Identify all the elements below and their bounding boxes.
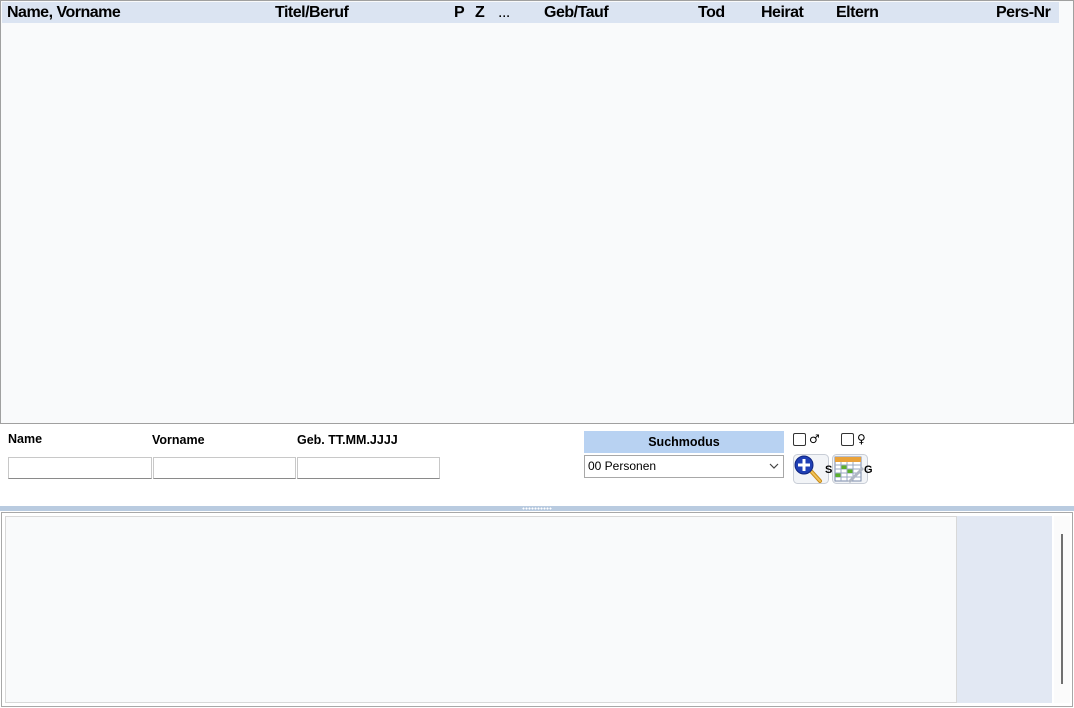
grid-table-icon: [832, 454, 868, 484]
column-header-p[interactable]: P: [454, 4, 465, 22]
chevron-down-icon: [769, 463, 779, 469]
geb-date-input[interactable]: [297, 457, 440, 479]
female-checkbox[interactable]: [841, 433, 854, 446]
search-mode-select[interactable]: 00 Personen: [584, 455, 784, 478]
column-header-geb[interactable]: Geb/Tauf: [544, 4, 609, 22]
detail-content-area[interactable]: [5, 516, 957, 703]
search-mode-label: Suchmodus: [584, 431, 784, 453]
detail-panel: [1, 512, 1073, 707]
column-header-tod[interactable]: Tod: [698, 4, 725, 22]
vertical-scrollbar[interactable]: [1054, 516, 1070, 703]
column-header-heirat[interactable]: Heirat: [761, 4, 804, 22]
column-header-name[interactable]: Name, Vorname: [7, 4, 121, 22]
column-header-z[interactable]: Z: [475, 4, 485, 22]
app-window: Name, Vorname Titel/Beruf P Z ... Geb/Ta…: [0, 0, 1074, 708]
male-symbol: ♂: [809, 432, 820, 446]
column-header-eltern[interactable]: Eltern: [836, 4, 879, 22]
search-button[interactable]: [793, 454, 829, 484]
search-panel: Name Vorname Geb. TT.MM.JJJJ Suchmodus 0…: [0, 424, 1074, 506]
column-header-titel[interactable]: Titel/Beruf: [275, 4, 349, 22]
male-checkbox[interactable]: [793, 433, 806, 446]
name-input[interactable]: [8, 457, 152, 479]
vorname-label: Vorname: [152, 433, 205, 447]
grid-button-letter: G: [864, 464, 873, 476]
splitter-grip-icon[interactable]: [522, 507, 552, 510]
list-header: Name, Vorname Titel/Beruf P Z ... Geb/Ta…: [2, 2, 1059, 23]
geb-date-label: Geb. TT.MM.JJJJ: [297, 433, 398, 447]
detail-side-panel: [957, 516, 1052, 703]
name-label: Name: [8, 432, 43, 446]
column-header-more[interactable]: ...: [498, 4, 510, 22]
grid-button[interactable]: [832, 454, 868, 484]
column-header-persnr[interactable]: Pers-Nr: [996, 4, 1051, 22]
panel-splitter[interactable]: [0, 506, 1074, 511]
person-list[interactable]: Name, Vorname Titel/Beruf P Z ... Geb/Ta…: [0, 0, 1074, 424]
vorname-input[interactable]: [153, 457, 296, 479]
search-mode-value: 00 Personen: [588, 459, 657, 473]
magnifier-plus-icon: [793, 454, 829, 484]
female-symbol: ♀: [857, 432, 866, 446]
scrollbar-thumb[interactable]: [1061, 534, 1063, 684]
